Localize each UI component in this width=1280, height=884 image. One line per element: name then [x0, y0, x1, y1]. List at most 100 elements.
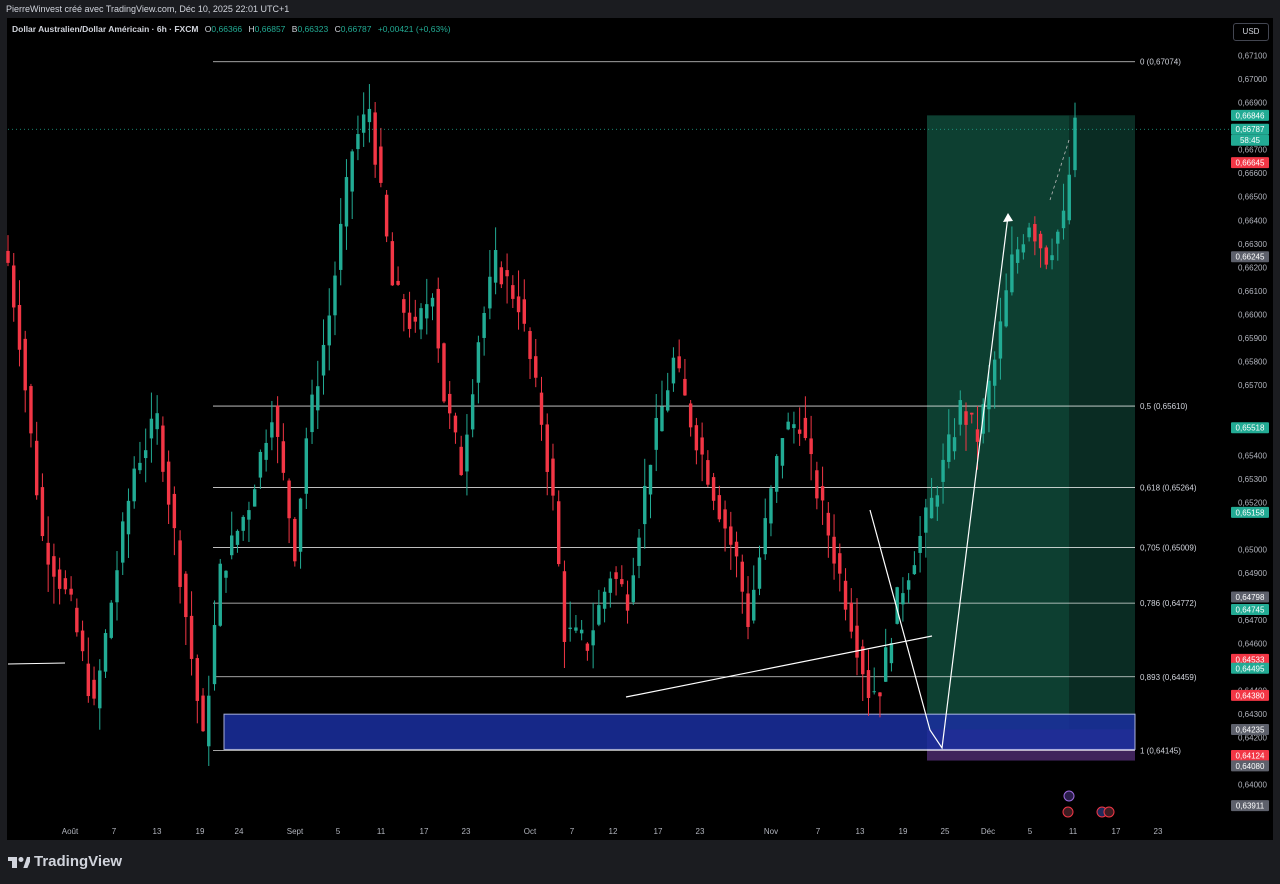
candle[interactable]: [430, 297, 435, 307]
candle[interactable]: [207, 695, 211, 747]
candle[interactable]: [757, 557, 762, 589]
candle[interactable]: [1061, 210, 1066, 229]
price-chart[interactable]: 0 (0,67074) 0,5 (0,65610) 0,618 (0,65264) 0…: [0, 0, 1280, 884]
candle[interactable]: [579, 629, 584, 634]
candle[interactable]: [436, 288, 440, 349]
candle[interactable]: [602, 591, 607, 609]
candle[interactable]: [103, 633, 108, 672]
candle[interactable]: [189, 615, 194, 659]
candle[interactable]: [1056, 231, 1060, 244]
candle[interactable]: [499, 267, 504, 285]
candle[interactable]: [407, 312, 412, 329]
candle[interactable]: [786, 421, 790, 430]
candle[interactable]: [929, 497, 934, 519]
candle[interactable]: [774, 456, 779, 492]
candle[interactable]: [92, 679, 96, 699]
candle[interactable]: [952, 437, 957, 452]
candle[interactable]: [379, 146, 383, 183]
candle[interactable]: [132, 468, 136, 502]
candle[interactable]: [935, 495, 940, 507]
candle[interactable]: [660, 406, 664, 432]
candle[interactable]: [901, 593, 905, 605]
us-flag-icon-2[interactable]: [1103, 806, 1115, 818]
candle[interactable]: [201, 695, 205, 732]
candle[interactable]: [470, 394, 475, 430]
candle[interactable]: [178, 540, 182, 587]
candle[interactable]: [459, 446, 463, 476]
candle[interactable]: [838, 553, 842, 574]
candle[interactable]: [161, 425, 165, 472]
candle[interactable]: [534, 356, 538, 378]
candle[interactable]: [792, 424, 796, 429]
candle[interactable]: [1015, 249, 1020, 263]
candle[interactable]: [235, 530, 240, 545]
candle[interactable]: [448, 393, 452, 414]
candle[interactable]: [115, 570, 119, 603]
candle[interactable]: [574, 627, 578, 631]
candle[interactable]: [149, 418, 154, 439]
candle[interactable]: [1044, 247, 1049, 265]
candle[interactable]: [625, 594, 630, 611]
candle[interactable]: [780, 438, 785, 466]
candle[interactable]: [413, 316, 418, 322]
currency-button[interactable]: USD: [1233, 23, 1269, 41]
candle[interactable]: [918, 535, 922, 553]
candle[interactable]: [608, 578, 613, 593]
candle[interactable]: [493, 250, 498, 283]
candle[interactable]: [172, 493, 177, 529]
candle[interactable]: [545, 424, 549, 472]
candle[interactable]: [797, 429, 802, 434]
candle[interactable]: [195, 658, 200, 701]
candle[interactable]: [6, 250, 10, 263]
candle[interactable]: [1027, 227, 1031, 238]
candle[interactable]: [298, 498, 303, 552]
candle[interactable]: [568, 627, 572, 629]
candle[interactable]: [34, 440, 39, 496]
candle[interactable]: [29, 386, 33, 434]
candle[interactable]: [75, 607, 79, 633]
candle[interactable]: [643, 485, 647, 525]
candle[interactable]: [390, 241, 395, 286]
candle[interactable]: [465, 434, 469, 472]
candle[interactable]: [1033, 224, 1037, 242]
candle[interactable]: [866, 670, 871, 698]
candle[interactable]: [339, 223, 343, 270]
candle[interactable]: [631, 575, 635, 603]
candle[interactable]: [63, 578, 68, 590]
candle[interactable]: [855, 625, 859, 658]
candle[interactable]: [740, 561, 744, 592]
candle[interactable]: [734, 541, 739, 557]
candle[interactable]: [746, 593, 750, 627]
candle[interactable]: [924, 507, 928, 533]
candle[interactable]: [310, 394, 314, 433]
candle[interactable]: [356, 134, 360, 150]
candle[interactable]: [987, 380, 991, 410]
candle[interactable]: [992, 359, 997, 386]
candle[interactable]: [700, 437, 704, 455]
candle[interactable]: [832, 536, 836, 564]
candle[interactable]: [677, 356, 681, 369]
candle[interactable]: [958, 400, 962, 425]
candle[interactable]: [723, 509, 727, 529]
candle[interactable]: [384, 194, 389, 237]
candle[interactable]: [419, 308, 423, 330]
candle[interactable]: [528, 331, 532, 359]
candle[interactable]: [516, 296, 521, 313]
candle[interactable]: [752, 589, 756, 621]
candle[interactable]: [688, 403, 693, 428]
candle[interactable]: [155, 413, 159, 430]
candle[interactable]: [350, 151, 354, 192]
candle[interactable]: [361, 114, 366, 133]
candle[interactable]: [1010, 254, 1014, 293]
candle[interactable]: [1038, 233, 1043, 249]
candle[interactable]: [230, 535, 234, 556]
candle[interactable]: [12, 265, 16, 308]
candle[interactable]: [591, 630, 595, 646]
candle[interactable]: [86, 663, 91, 697]
candle[interactable]: [522, 299, 527, 324]
candle[interactable]: [878, 692, 882, 697]
candle[interactable]: [402, 299, 406, 313]
candle[interactable]: [998, 321, 1003, 359]
candle[interactable]: [138, 462, 142, 471]
candle[interactable]: [551, 458, 555, 496]
